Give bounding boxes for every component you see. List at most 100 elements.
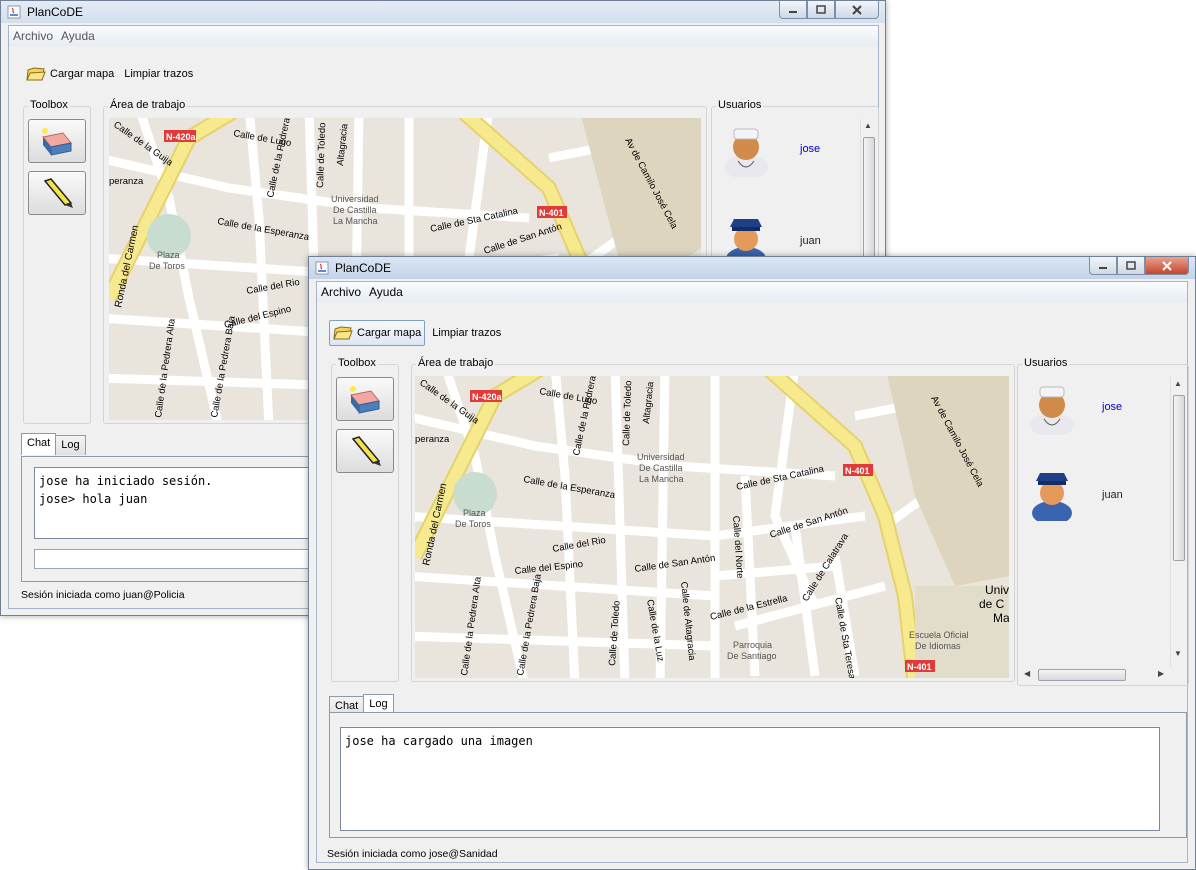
- close-button[interactable]: [835, 1, 879, 19]
- window-title: PlanCoDE: [335, 261, 392, 275]
- users-title: Usuarios: [716, 99, 764, 111]
- menu-archivo[interactable]: Archivo: [9, 29, 57, 43]
- doctor-avatar-icon: [724, 128, 768, 179]
- load-map-button[interactable]: Cargar mapa: [329, 320, 426, 346]
- maximize-icon: [816, 5, 826, 14]
- toolbox-title: Toolbox: [336, 357, 378, 369]
- map-badge-n401-2: N-401: [907, 662, 932, 672]
- map-badge-n420a: N-420a: [166, 132, 197, 142]
- menubar: Archivo Ayuda: [9, 26, 878, 46]
- clear-strokes-label: Limpiar trazos: [124, 68, 194, 80]
- front-titlebar[interactable]: PlanCoDE: [309, 257, 1195, 279]
- map-label-univ-cut: Univ: [985, 583, 1009, 597]
- map-view[interactable]: N-420a N-401 N-401 Ronda del Carmen Call…: [415, 376, 1009, 678]
- pencil-tool-button[interactable]: [28, 171, 86, 215]
- map-label-plaza: Plaza: [463, 508, 486, 518]
- map-label-univ-3: La Mancha: [333, 216, 378, 226]
- log-history[interactable]: jose ha cargado una imagen: [340, 727, 1160, 831]
- close-button[interactable]: [1145, 257, 1189, 275]
- java-icon: [315, 261, 329, 275]
- map-badge-n420a: N-420a: [472, 392, 503, 402]
- window-title: PlanCoDE: [27, 5, 84, 19]
- map-badge-n401: N-401: [845, 466, 870, 476]
- scroll-left-arrow-icon[interactable]: ◀: [1024, 669, 1030, 678]
- work-area-title: Área de trabajo: [416, 357, 496, 369]
- map-label-escuela: Escuela Oficial: [909, 630, 969, 640]
- work-area-panel: Área de trabajo N-420a N-401 N-401 Ronda…: [411, 357, 1015, 682]
- map-label-univ: Universidad: [637, 452, 685, 462]
- log-line: jose ha cargado una imagen: [345, 734, 533, 748]
- map-label-univ-2: De Castilla: [639, 463, 683, 473]
- map-image: N-420a N-401 N-401 Ronda del Carmen Call…: [415, 376, 1009, 678]
- user-name-juan: juan: [800, 235, 821, 247]
- users-panel: Usuarios jose juan ▲ ▼ ◀ ▶: [1017, 357, 1189, 686]
- java-icon: [7, 5, 21, 19]
- menu-ayuda[interactable]: Ayuda: [365, 285, 407, 299]
- user-name-juan: juan: [1102, 489, 1123, 501]
- back-tabs: Chat Log: [21, 433, 86, 455]
- front-window: PlanCoDE Archivo Ayuda Cargar mapa Limpi…: [308, 256, 1196, 870]
- menu-ayuda[interactable]: Ayuda: [57, 29, 99, 43]
- map-label-esperanza-short: peranza: [415, 434, 450, 445]
- minimize-button[interactable]: [1089, 257, 1117, 275]
- user-jose[interactable]: jose: [1028, 379, 1148, 439]
- users-title: Usuarios: [1022, 357, 1070, 369]
- close-icon: [852, 4, 862, 15]
- clear-strokes-label: Limpiar trazos: [432, 327, 502, 339]
- load-map-label: Cargar mapa: [357, 327, 422, 339]
- map-label-plaza-2: De Toros: [455, 519, 491, 529]
- toolbox-title: Toolbox: [28, 99, 70, 111]
- back-titlebar[interactable]: PlanCoDE: [1, 1, 885, 23]
- toolbar: Cargar mapa Limpiar trazos: [329, 320, 504, 346]
- scroll-right-arrow-icon[interactable]: ▶: [1158, 669, 1164, 678]
- pencil-icon: [351, 436, 381, 466]
- map-label-esperanza-short: peranza: [109, 176, 144, 187]
- toolbar: Cargar mapa Limpiar trazos: [23, 62, 196, 86]
- map-label-parroquia: Parroquia: [733, 640, 772, 650]
- toolbox-panel: Toolbox: [23, 99, 91, 424]
- user-juan[interactable]: juan: [1028, 465, 1148, 525]
- load-map-button[interactable]: Cargar mapa: [23, 62, 117, 86]
- status-bar: Sesión iniciada como jose@Sanidad: [327, 848, 498, 860]
- map-label-toledo: Calle de Toledo: [621, 380, 634, 446]
- tab-log[interactable]: Log: [55, 435, 86, 455]
- user-name-jose: jose: [1102, 401, 1123, 413]
- clear-strokes-button[interactable]: Limpiar trazos: [429, 321, 504, 345]
- menubar: Archivo Ayuda: [317, 282, 1187, 302]
- maximize-button[interactable]: [807, 1, 835, 19]
- maximize-icon: [1126, 261, 1136, 270]
- eraser-icon: [42, 128, 72, 156]
- users-scroll-thumb[interactable]: [1173, 395, 1185, 561]
- map-label-escuela-2: De Idiomas: [915, 641, 961, 651]
- maximize-button[interactable]: [1117, 257, 1145, 275]
- map-label-univ-cut-2: de C: [979, 597, 1005, 611]
- minimize-button[interactable]: [779, 1, 807, 19]
- folder-icon: [333, 326, 353, 340]
- users-hscrollbar[interactable]: ◀ ▶: [1022, 667, 1170, 681]
- eraser-tool-button[interactable]: [28, 119, 86, 163]
- scroll-up-arrow-icon[interactable]: ▲: [1174, 379, 1182, 388]
- status-bar: Sesión iniciada como juan@Policia: [21, 589, 185, 601]
- users-scrollbar[interactable]: ▲ ▼: [1170, 377, 1185, 667]
- close-icon: [1162, 260, 1172, 271]
- map-badge-n401: N-401: [539, 208, 564, 218]
- user-jose[interactable]: jose: [722, 121, 842, 181]
- map-label-univ: Universidad: [331, 194, 379, 204]
- scroll-up-arrow-icon[interactable]: ▲: [864, 121, 872, 130]
- minimize-icon: [1099, 266, 1107, 269]
- pencil-tool-button[interactable]: [336, 429, 394, 473]
- folder-icon: [26, 67, 46, 81]
- menu-archivo[interactable]: Archivo: [317, 285, 365, 299]
- doctor-avatar-icon: [1030, 386, 1074, 437]
- tab-chat[interactable]: Chat: [21, 433, 57, 455]
- user-name-jose: jose: [800, 143, 821, 155]
- users-hscroll-thumb[interactable]: [1038, 669, 1126, 681]
- map-label-plaza-2: De Toros: [149, 261, 185, 271]
- pencil-icon: [43, 178, 73, 208]
- map-label-univ-3: La Mancha: [639, 474, 684, 484]
- work-area-title: Área de trabajo: [108, 99, 188, 111]
- police-avatar-icon: [1032, 473, 1072, 525]
- scroll-down-arrow-icon[interactable]: ▼: [1174, 649, 1182, 658]
- eraser-tool-button[interactable]: [336, 377, 394, 421]
- clear-strokes-button[interactable]: Limpiar trazos: [121, 62, 196, 86]
